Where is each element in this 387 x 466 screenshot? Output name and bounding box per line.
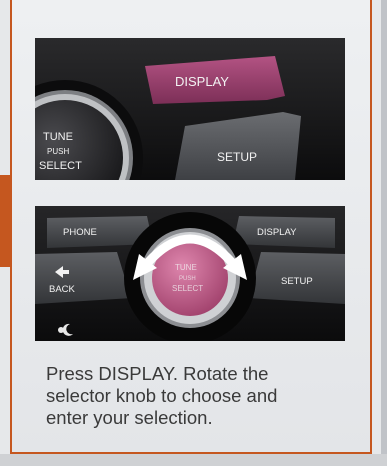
bottom-strip	[0, 454, 387, 466]
knob-tune-label-small: TUNE	[175, 263, 197, 272]
knob-push-label: PUSH	[47, 147, 69, 156]
instruction-page: DISPLAY SETUP TUNE PUSH SELECT PHONE DIS…	[0, 0, 387, 466]
knob-tune-label: TUNE	[43, 131, 73, 143]
display-button[interactable]: DISPLAY	[175, 74, 229, 89]
selector-knob-photo: PHONE DISPLAY BACK SETUP TUNE PUSH SELEC…	[35, 206, 345, 341]
instruction-caption: Press DISPLAY. Rotate the selector knob …	[46, 363, 356, 429]
phone-button[interactable]: PHONE	[63, 227, 97, 238]
knob-select-label: SELECT	[39, 160, 82, 172]
setup-button-small[interactable]: SETUP	[281, 276, 313, 287]
caption-line-2: selector knob to choose and	[46, 385, 278, 406]
knob-push-label-small: PUSH	[179, 276, 196, 282]
display-button-small[interactable]: DISPLAY	[257, 227, 297, 238]
card-tab-marker	[0, 175, 12, 267]
setup-button[interactable]: SETUP	[217, 150, 257, 164]
caption-line-3: enter your selection.	[46, 407, 213, 428]
back-button[interactable]: BACK	[49, 284, 76, 295]
caption-line-1: Press DISPLAY. Rotate the	[46, 363, 269, 384]
knob-select-label-small: SELECT	[172, 284, 203, 293]
display-button-photo: DISPLAY SETUP TUNE PUSH SELECT	[35, 38, 345, 180]
right-edge	[381, 0, 387, 466]
